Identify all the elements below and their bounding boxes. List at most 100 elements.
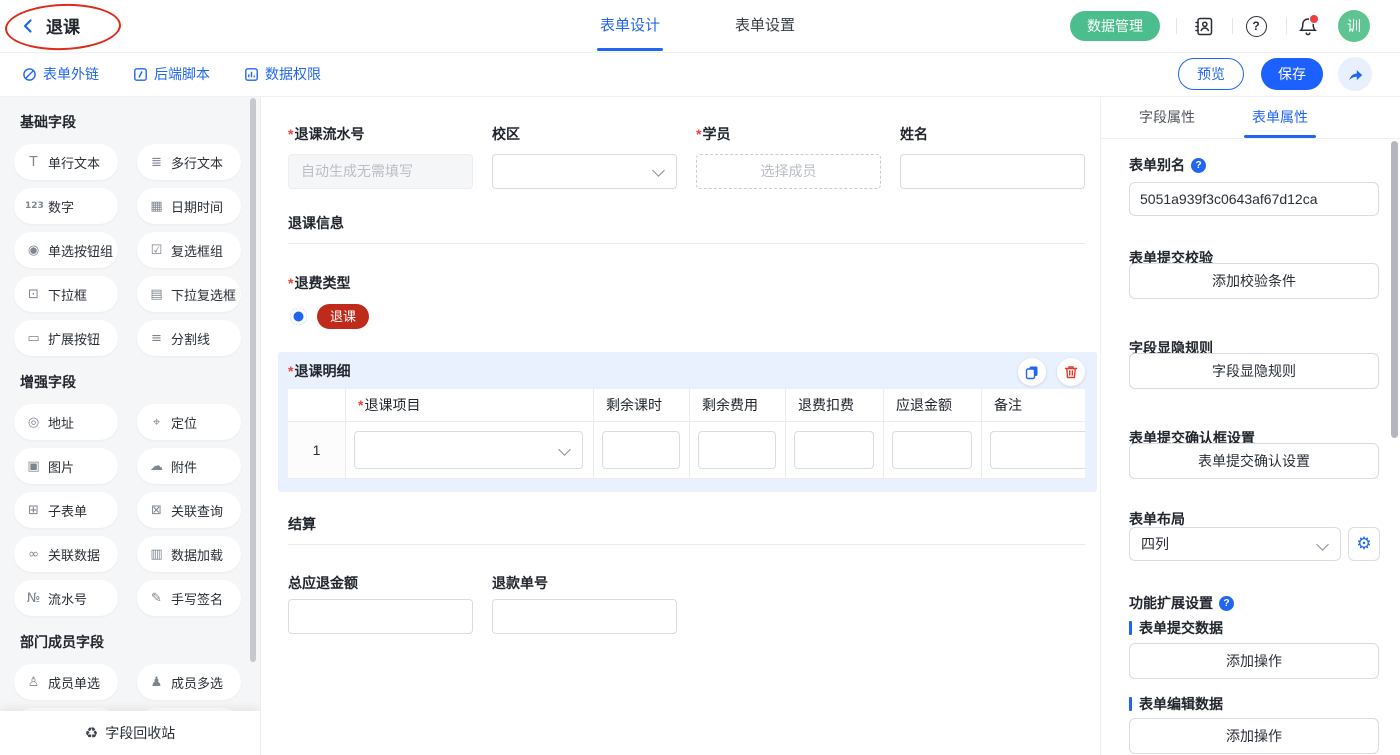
radio-icon: ◉ — [25, 243, 42, 258]
field-pill-checkbox-group[interactable]: ☑复选框组 — [137, 232, 241, 268]
add-validation-button[interactable]: 添加校验条件 — [1129, 263, 1379, 299]
user-avatar[interactable]: 训 — [1338, 10, 1370, 42]
locate-icon: ⌖ — [148, 415, 165, 430]
field-label-campus: 校区 — [492, 124, 520, 144]
subform-cell-input[interactable] — [990, 431, 1085, 469]
field-pill-address[interactable]: ◎地址 — [14, 404, 118, 440]
field-pill-multi-select[interactable]: ▤下拉复选框 — [137, 276, 241, 312]
tab-form-settings[interactable]: 表单设置 — [725, 0, 805, 51]
subform-cell-input[interactable] — [698, 431, 776, 469]
dropdown-icon: ⊡ — [25, 287, 42, 302]
image-icon: ▣ — [25, 459, 42, 474]
refund-type-badge[interactable]: 退课 — [317, 304, 369, 329]
field-visibility-button[interactable]: 字段显隐规则 — [1129, 353, 1379, 389]
field-recycle-bin[interactable]: ♻ 字段回收站 — [0, 711, 260, 755]
form-layout-select[interactable]: 四列 — [1129, 527, 1341, 561]
subform-cell — [690, 422, 786, 479]
subform-cell-input[interactable] — [892, 431, 972, 469]
data-permission-link[interactable]: 数据权限 — [244, 52, 321, 96]
field-pill-label: 关联数据 — [48, 545, 100, 564]
field-pill-label: 附件 — [171, 457, 197, 476]
subform-column-header: 剩余课时 — [594, 389, 690, 422]
field-pill-extend-button[interactable]: ▭扩展按钮 — [14, 320, 118, 356]
notification-bell-icon[interactable] — [1296, 14, 1320, 38]
add-action-button-edit[interactable]: 添加操作 — [1129, 718, 1379, 754]
back-button[interactable]: 退课 — [20, 13, 80, 38]
backend-script-link[interactable]: 后端脚本 — [133, 52, 210, 96]
field-pill-signature[interactable]: ✎ 手写签名 — [137, 580, 241, 616]
subform-block-selected[interactable]: *退课明细 *退课项目剩余课时剩余费用退费扣费应退金额备注 1 — [278, 352, 1097, 492]
tab-field-properties[interactable]: 字段属性 — [1127, 96, 1207, 138]
field-pill-radio-group[interactable]: ◉单选按钮组 — [14, 232, 118, 268]
section-title-settlement: 结算 — [288, 514, 316, 534]
subform-item-select[interactable] — [354, 431, 583, 469]
subform-cell-input[interactable] — [794, 431, 874, 469]
section-divider — [288, 243, 1085, 244]
form-alias-input[interactable] — [1129, 182, 1379, 216]
contacts-book-icon[interactable] — [1192, 14, 1216, 38]
tab-form-properties[interactable]: 表单属性 — [1240, 96, 1320, 138]
form-external-link[interactable]: 表单外链 — [22, 52, 99, 96]
member-multi-icon: ♟ — [148, 675, 165, 690]
trash-icon — [1063, 364, 1079, 380]
subform-cell-input[interactable] — [602, 431, 680, 469]
help-icon[interactable]: ? — [1244, 14, 1268, 38]
tab-form-design[interactable]: 表单设计 — [590, 0, 670, 51]
field-pill-label: 数据加载 — [171, 545, 223, 564]
preview-button[interactable]: 预览 — [1178, 58, 1244, 90]
field-pill-label: 子表单 — [48, 501, 87, 520]
field-pill-label: 单行文本 — [48, 153, 100, 172]
delete-button[interactable] — [1057, 358, 1085, 386]
cloud-upload-icon: ☁ — [148, 459, 165, 474]
field-pill-location[interactable]: ⌖定位 — [137, 404, 241, 440]
subform-column-header: 剩余费用 — [690, 389, 786, 422]
field-pill-attachment[interactable]: ☁ 附件 — [137, 448, 241, 484]
subform-cell — [346, 422, 594, 479]
field-pill-relation-data[interactable]: ∞关联数据 — [14, 536, 118, 572]
field-pill-data-load[interactable]: ▥数据加载 — [137, 536, 241, 572]
section-title-refund-info: 退课信息 — [288, 213, 344, 233]
layout-settings-button[interactable]: ⚙ — [1348, 527, 1380, 561]
chevron-down-icon — [1316, 538, 1329, 551]
field-pill-label: 成员多选 — [171, 673, 223, 692]
multi-line-text-icon: ≣ — [148, 155, 165, 170]
field-pill-relation-query[interactable]: ⊠关联查询 — [137, 492, 241, 528]
back-chevron-icon — [20, 18, 36, 34]
field-pill-label: 手写签名 — [171, 589, 223, 608]
panel-scrollbar[interactable] — [1391, 141, 1398, 438]
field-pill-select[interactable]: ⊡下拉框 — [14, 276, 118, 312]
top-header: 退课 表单设计 表单设置 数据管理 ? 训 — [0, 0, 1400, 53]
save-button[interactable]: 保存 — [1261, 58, 1323, 90]
sidebar-section-title: 部门成员字段 — [0, 616, 260, 664]
field-pill-number[interactable]: 123数字 — [14, 188, 118, 224]
name-input[interactable] — [900, 154, 1085, 189]
field-pill-image[interactable]: ▣图片 — [14, 448, 118, 484]
field-pill-divider-line[interactable]: ≡分割线 — [137, 320, 241, 356]
data-manage-button[interactable]: 数据管理 — [1070, 11, 1160, 41]
field-pill-multi-line-text[interactable]: ≣多行文本 — [137, 144, 241, 180]
radio-selected[interactable] — [290, 308, 307, 325]
field-pill-serial-number[interactable]: №流水号 — [14, 580, 118, 616]
accent-bar — [1129, 697, 1132, 711]
campus-select[interactable] — [492, 154, 677, 189]
help-icon[interactable]: ? — [1191, 158, 1206, 173]
form-canvas: *退课流水号 自动生成无需填写 校区 *学员 选择成员 姓名 退课信息 *退费类… — [261, 96, 1100, 755]
field-pill-datetime[interactable]: ▦日期时间 — [137, 188, 241, 224]
help-icon[interactable]: ? — [1219, 596, 1234, 611]
copy-button[interactable] — [1018, 358, 1046, 386]
subform-icon: ⊞ — [25, 503, 42, 518]
total-refund-input[interactable] — [288, 599, 473, 634]
field-pill-subform[interactable]: ⊞ 子表单 — [14, 492, 118, 528]
add-action-button-submit[interactable]: 添加操作 — [1129, 643, 1379, 679]
field-pill-member-multi[interactable]: ♟ 成员多选 — [137, 664, 241, 700]
submit-confirm-button[interactable]: 表单提交确认设置 — [1129, 443, 1379, 479]
signature-icon: ✎ — [148, 591, 165, 606]
calendar-icon: ▦ — [148, 199, 165, 214]
field-pill-single-line-text[interactable]: T单行文本 — [14, 144, 118, 180]
field-pill-member-single[interactable]: ♙成员单选 — [14, 664, 118, 700]
serial-input[interactable]: 自动生成无需填写 — [288, 154, 473, 189]
sidebar-scrollbar[interactable] — [250, 98, 256, 662]
share-button[interactable] — [1338, 57, 1372, 91]
student-picker[interactable]: 选择成员 — [696, 154, 881, 189]
refund-no-input[interactable] — [492, 599, 677, 634]
